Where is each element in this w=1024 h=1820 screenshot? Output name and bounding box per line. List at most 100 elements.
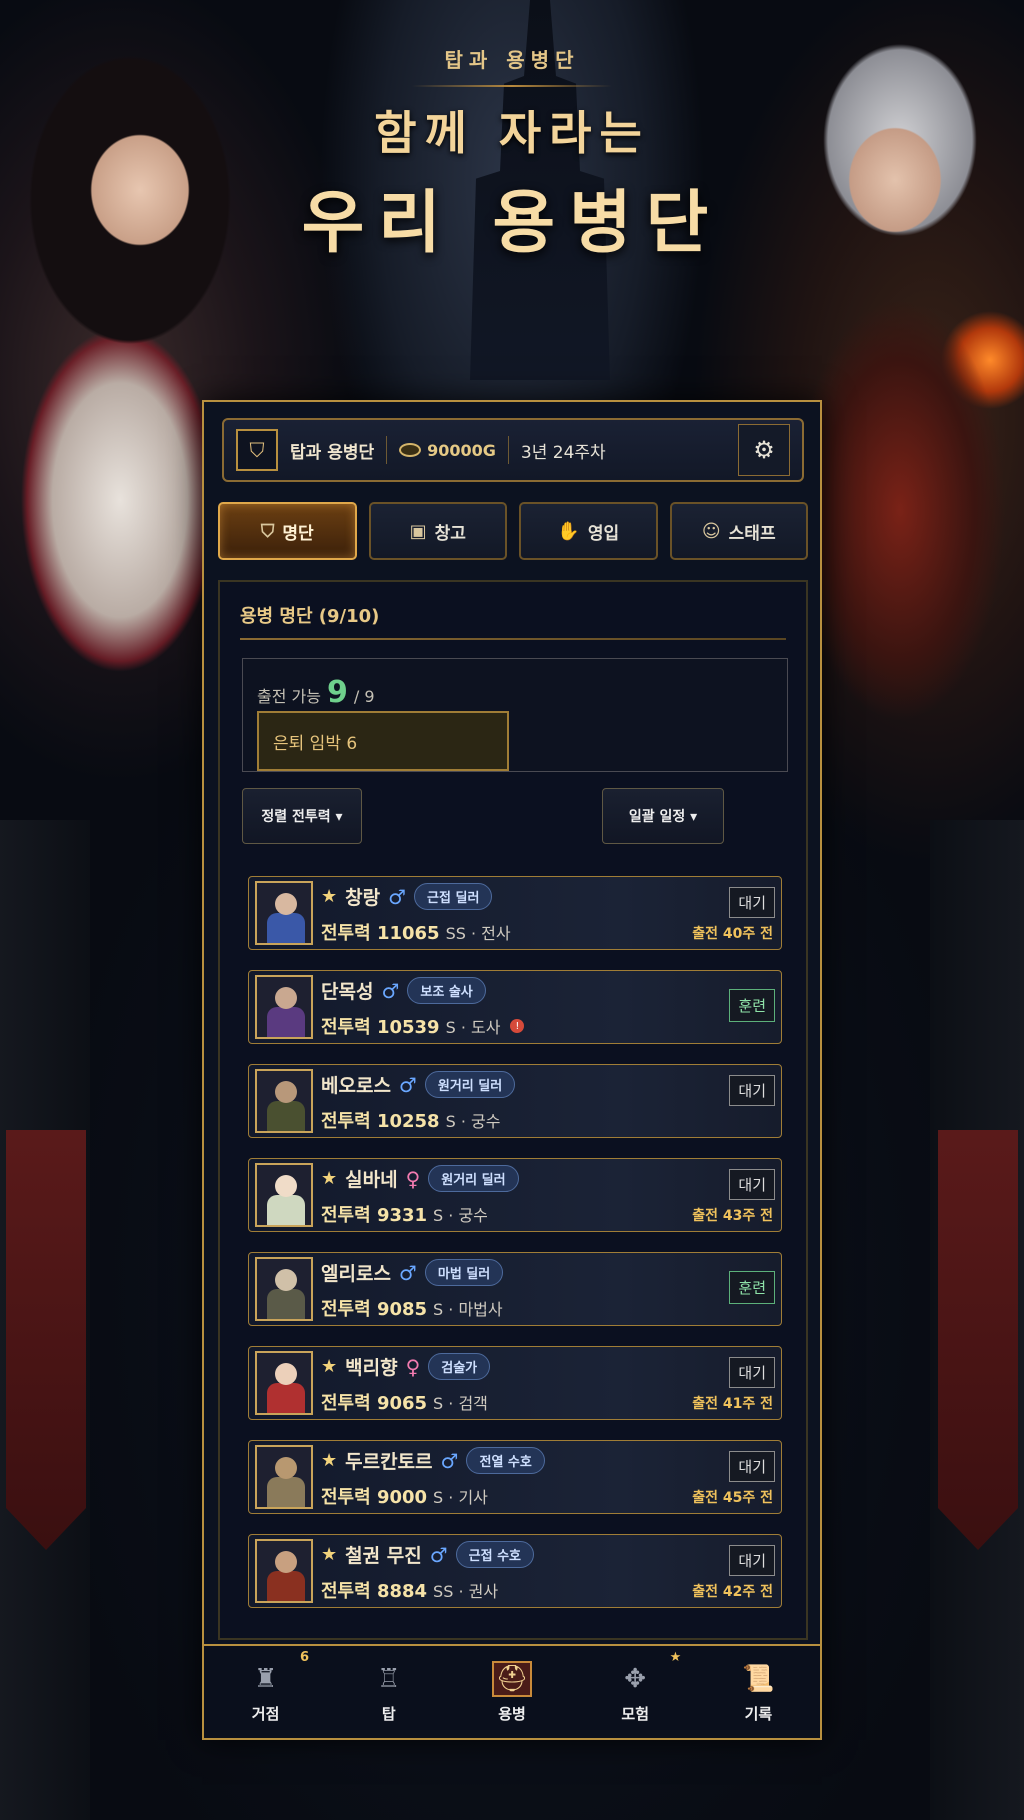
tab-storage[interactable]: ▣ 창고 bbox=[368, 502, 507, 560]
status-badge[interactable]: 대기 bbox=[729, 887, 775, 918]
nav-badge: ★ bbox=[669, 1650, 682, 1665]
shield-icon: ⛉ bbox=[260, 520, 275, 542]
star-icon: ★ bbox=[321, 1168, 338, 1189]
mercenary-header: ★ 창랑 ♂ 근접 딜러 bbox=[321, 883, 493, 910]
combat-power: 전투력 9000 bbox=[321, 1487, 428, 1508]
tab-staff[interactable]: ☺ 스태프 bbox=[669, 502, 808, 560]
nav-label: 탑 bbox=[381, 1704, 396, 1723]
combat-power: 전투력 9331 bbox=[321, 1205, 428, 1226]
settings-gear-icon[interactable]: ⚙ bbox=[738, 424, 790, 476]
mercenary-header: 엘리로스 ♂ 마법 딜러 bbox=[321, 1259, 504, 1286]
tab-label: 명단 bbox=[282, 523, 314, 544]
rank-class: SS · 전사 bbox=[445, 924, 511, 943]
retire-warning-box[interactable]: 은퇴 임박 6 bbox=[257, 711, 509, 771]
sort-dropdown[interactable]: 정렬 전투력 ▾ bbox=[242, 788, 362, 844]
mercenary-row[interactable]: ★ 두르칸토르 ♂ 전열 수호 전투력 9000 S · 기사 대기 출전 45주 전 bbox=[248, 1440, 782, 1514]
gender-icon: ♀ bbox=[405, 1354, 421, 1379]
left-banner-art bbox=[6, 1130, 86, 1550]
nav-mercenary[interactable]: ⛑ 용병 bbox=[450, 1646, 573, 1738]
status-badge[interactable]: 훈련 bbox=[729, 989, 775, 1022]
nav-badge: 6 bbox=[300, 1650, 310, 1665]
tab-recruit[interactable]: ✋ 영입 bbox=[519, 502, 658, 560]
tab-roster[interactable]: ⛉ 명단 bbox=[218, 502, 357, 560]
gender-icon: ♂ bbox=[381, 978, 400, 1003]
mercenary-name: 두르칸토르 bbox=[345, 1451, 433, 1473]
mercenary-stats: 전투력 8884 SS · 권사 bbox=[321, 1577, 498, 1603]
nav-records[interactable]: 📜 기록 bbox=[697, 1646, 820, 1738]
schedule-dropdown[interactable]: 일괄 일정 ▾ bbox=[602, 788, 724, 844]
mercenary-name: 백리향 bbox=[345, 1357, 398, 1379]
mercenary-row[interactable]: ★ 철권 무진 ♂ 근접 수호 전투력 8884 SS · 권사 대기 출전 42주 전 bbox=[248, 1534, 782, 1608]
nav-label: 기록 bbox=[744, 1704, 773, 1723]
rank-class: SS · 권사 bbox=[433, 1582, 499, 1601]
castle-icon: ♜ bbox=[253, 1663, 278, 1694]
mercenary-row[interactable]: 단목성 ♂ 보조 술사 전투력 10539 S · 도사! 훈련 bbox=[248, 970, 782, 1044]
mercenary-portrait bbox=[255, 1257, 313, 1321]
status-badge[interactable]: 대기 bbox=[729, 1169, 775, 1200]
deploy-countdown: 출전 40주 전 bbox=[692, 926, 773, 942]
available-label: 출전 가능 bbox=[257, 687, 321, 706]
mercenary-portrait bbox=[255, 1163, 313, 1227]
mercenary-name: 실바네 bbox=[345, 1169, 398, 1191]
game-panel: ⛉ 탑과 용병단 90000G 3년 24주차 ⚙ ⛉ 명단 ▣ 창고 ✋ 영입 ☺ 스… bbox=[202, 400, 822, 1740]
status-badge[interactable]: 훈련 bbox=[729, 1271, 775, 1304]
role-badge: 보조 술사 bbox=[407, 977, 486, 1004]
available-count: 출전 가능 9 / 9 bbox=[257, 675, 375, 710]
nav-tower[interactable]: ♖ 탑 bbox=[327, 1646, 450, 1738]
mercenary-portrait bbox=[255, 1539, 313, 1603]
mercenary-row[interactable]: 베오로스 ♂ 원거리 딜러 전투력 10258 S · 궁수 대기 bbox=[248, 1064, 782, 1138]
rank-class: S · 도사 bbox=[445, 1018, 501, 1037]
nav-adventure[interactable]: ★ ✥ 모험 bbox=[574, 1646, 697, 1738]
mercenary-row[interactable]: ★ 백리향 ♀ 검술가 전투력 9065 S · 검객 대기 출전 41주 전 bbox=[248, 1346, 782, 1420]
star-icon: ★ bbox=[321, 1450, 338, 1471]
nav-label: 거점 bbox=[251, 1704, 280, 1723]
portrait-head bbox=[275, 893, 297, 915]
portrait-body bbox=[267, 1101, 305, 1131]
rank-class: S · 기사 bbox=[433, 1488, 488, 1507]
helmet-icon: ⛑ bbox=[492, 1660, 532, 1697]
mercenary-header: 베오로스 ♂ 원거리 딜러 bbox=[321, 1071, 516, 1098]
mercenary-header: ★ 백리향 ♀ 검술가 bbox=[321, 1353, 491, 1380]
combat-power: 전투력 9085 bbox=[321, 1299, 428, 1320]
role-badge: 근접 수호 bbox=[455, 1541, 534, 1568]
mercenary-header: ★ 두르칸토르 ♂ 전열 수호 bbox=[321, 1447, 545, 1474]
nav-base[interactable]: 6 ♜ 거점 bbox=[204, 1646, 327, 1738]
gender-icon: ♂ bbox=[388, 884, 407, 909]
role-badge: 검술가 bbox=[428, 1353, 491, 1380]
portrait-head bbox=[275, 1551, 297, 1573]
portrait-body bbox=[267, 1477, 305, 1507]
status-badge[interactable]: 대기 bbox=[729, 1357, 775, 1388]
rank-class: S · 검객 bbox=[433, 1394, 488, 1413]
roster-summary: 출전 가능 9 / 9 은퇴 임박 6 bbox=[242, 658, 788, 772]
mercenary-row[interactable]: 엘리로스 ♂ 마법 딜러전투력 9085 S · 마법사 훈련 bbox=[248, 1252, 782, 1326]
deploy-countdown: 출전 41주 전 bbox=[692, 1396, 773, 1412]
status-badge[interactable]: 대기 bbox=[729, 1545, 775, 1576]
portrait-body bbox=[267, 1007, 305, 1037]
hero-title-line1: 함께 자라는 bbox=[374, 106, 650, 160]
mercenary-stats: 전투력 11065 SS · 전사 bbox=[321, 919, 511, 945]
mercenary-portrait bbox=[255, 1445, 313, 1509]
tab-label: 스태프 bbox=[728, 523, 776, 544]
nav-label: 모험 bbox=[621, 1704, 650, 1723]
gender-icon: ♂ bbox=[440, 1448, 459, 1473]
portrait-body bbox=[267, 1571, 305, 1601]
guild-name: 탑과 용병단 bbox=[290, 442, 375, 463]
handshake-icon: ✋ bbox=[557, 520, 580, 542]
mercenary-row[interactable]: ★ 창랑 ♂ 근접 딜러전투력 11065 SS · 전사 대기출전 40주 전 bbox=[248, 876, 782, 950]
deploy-countdown: 출전 42주 전 bbox=[692, 1584, 773, 1600]
status-badge[interactable]: 대기 bbox=[729, 1451, 775, 1482]
mercenary-stats: 전투력 9085 S · 마법사 bbox=[321, 1295, 503, 1321]
mercenary-row[interactable]: ★ 실바네 ♀ 원거리 딜러 전투력 9331 S · 궁수 대기 출전 43주 전 bbox=[248, 1158, 782, 1232]
portrait-head bbox=[275, 1269, 297, 1291]
role-badge: 원거리 딜러 bbox=[424, 1071, 516, 1098]
gender-icon: ♂ bbox=[429, 1542, 448, 1567]
available-number: 9 bbox=[326, 675, 348, 710]
right-banner-art bbox=[938, 1130, 1018, 1550]
status-badge[interactable]: 대기 bbox=[729, 1075, 775, 1106]
tab-label: 영입 bbox=[587, 523, 620, 544]
mercenary-stats: 전투력 9000 S · 기사 bbox=[321, 1483, 488, 1509]
mercenary-name: 베오로스 bbox=[321, 1075, 391, 1097]
portrait-body bbox=[267, 913, 305, 943]
hero-divider bbox=[412, 85, 612, 87]
guild-emblem-icon: ⛉ bbox=[236, 429, 278, 471]
